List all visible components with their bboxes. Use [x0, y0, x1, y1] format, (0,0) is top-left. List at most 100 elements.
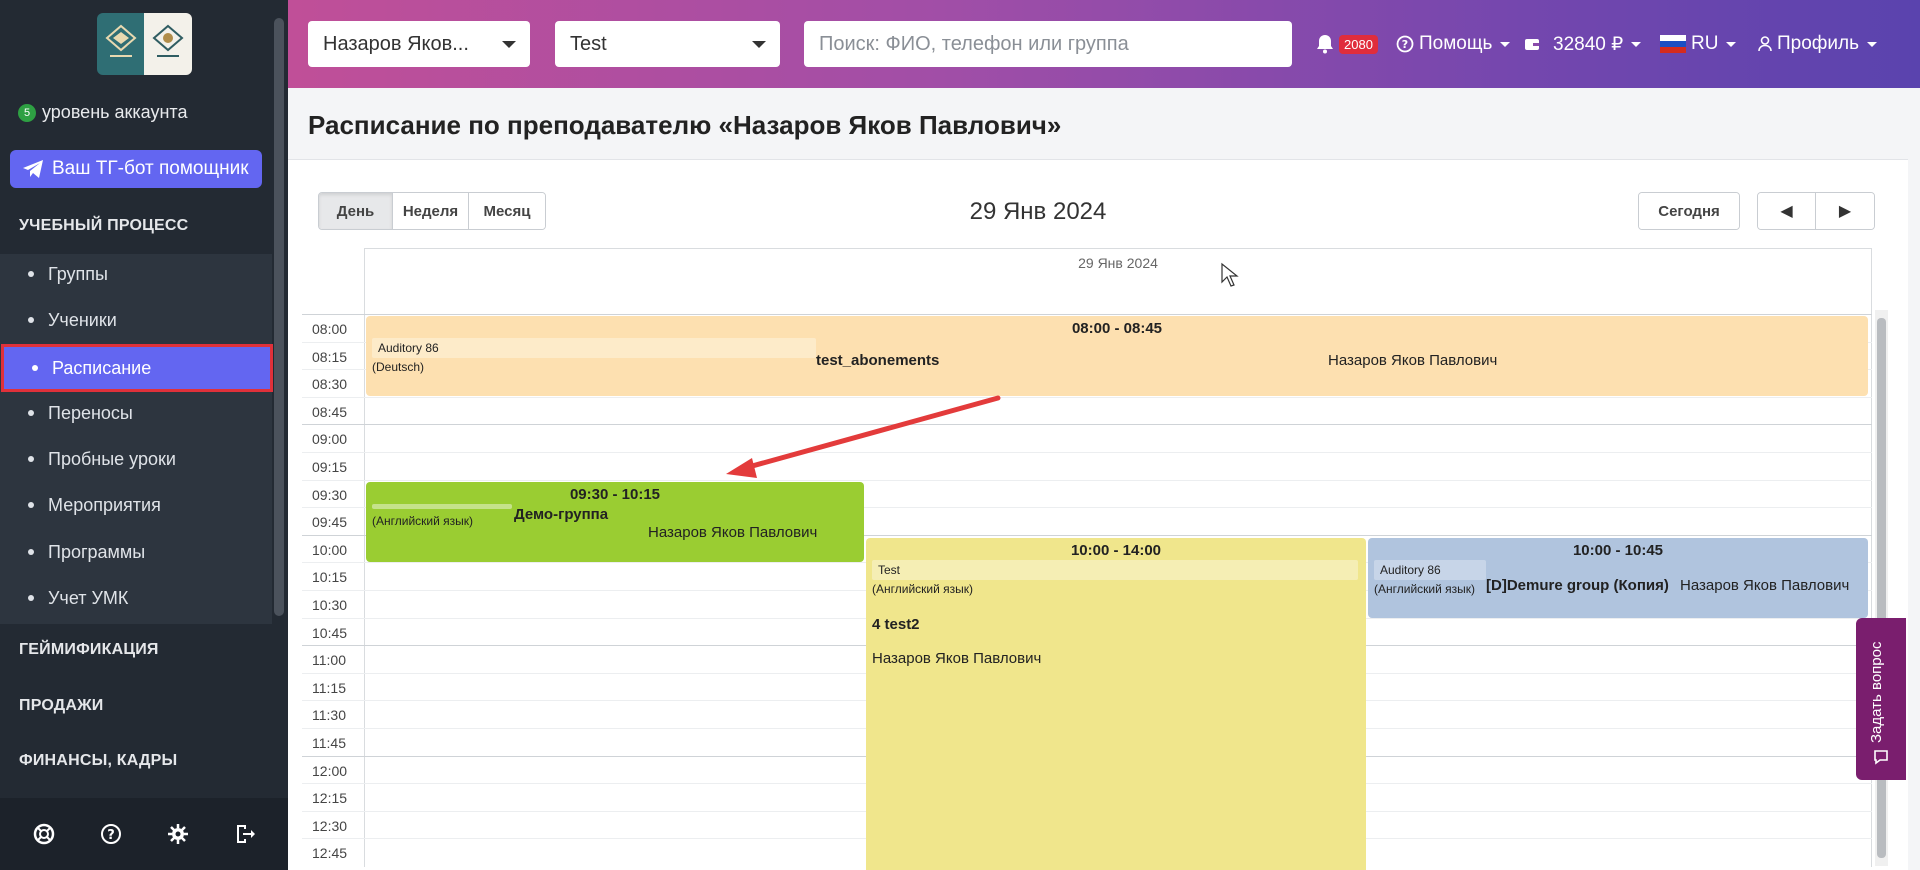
sidebar-item-programs[interactable]: Программы	[0, 530, 272, 574]
sidebar: 5 уровень аккаунта Ваш ТГ-бот помощник У…	[0, 0, 288, 870]
event-test-abonements[interactable]: 08:00 - 08:45 Auditory 86 (Deutsch) test…	[366, 316, 1868, 396]
time-label: 11:00	[312, 652, 346, 669]
settings-icon[interactable]	[164, 820, 192, 848]
event-time: 09:30 - 10:15	[569, 486, 661, 503]
sidebar-item-label: Учет УМК	[48, 587, 129, 608]
sidebar-item-label: Пробные уроки	[48, 448, 176, 469]
event-teacher: Назаров Яков Павлович	[872, 650, 1042, 667]
wallet-icon	[1525, 39, 1539, 50]
column-header-date: 29 Янв 2024	[1078, 255, 1158, 271]
event-demure-group[interactable]: 10:00 - 10:45 Auditory 86 (Английский яз…	[1368, 538, 1868, 618]
help-icon[interactable]: ?	[97, 820, 125, 848]
sidebar-item-groups[interactable]: Группы	[0, 252, 272, 296]
user-icon	[1758, 36, 1772, 52]
time-label: 11:15	[312, 679, 346, 696]
time-slot-row[interactable]: 08:45	[302, 396, 1872, 426]
branch-select-value: Test	[570, 32, 607, 55]
sidebar-item-transfers[interactable]: Переносы	[0, 391, 272, 435]
balance-menu[interactable]: 32840 ₽	[1524, 30, 1642, 58]
view-switcher: День Неделя Месяц	[318, 192, 546, 230]
time-label: 12:30	[312, 817, 348, 834]
chevron-down-icon	[752, 41, 766, 48]
time-label: 08:15	[312, 348, 348, 365]
time-slot-row[interactable]: 09:15	[302, 452, 1872, 481]
time-label: 12:45	[312, 845, 348, 862]
language-menu[interactable]: RU	[1660, 30, 1737, 58]
caret-down-icon	[1726, 41, 1737, 47]
tg-bot-label: Ваш ТГ-бот помощник	[52, 158, 249, 179]
event-group: Демо-группа	[514, 506, 609, 523]
svg-text:?: ?	[107, 828, 115, 843]
time-slot-cell[interactable]	[364, 397, 1872, 426]
day-grid: 29 Янв 2024 08:00 08:15 08:30 08:45 09:00 09:…	[302, 248, 1886, 870]
page-title: Расписание по преподавателю «Назаров Яко…	[308, 110, 1062, 140]
view-day-button[interactable]: День	[319, 193, 393, 229]
chat-icon	[1874, 750, 1888, 765]
logo-emblem-dark	[97, 13, 144, 75]
bell-icon	[1317, 35, 1333, 54]
calendar-scrollbar[interactable]	[1875, 310, 1888, 866]
event-time: 10:00 - 14:00	[1070, 542, 1162, 559]
time-slot-cell[interactable]	[364, 425, 1872, 454]
sidebar-item-label: Расписание	[52, 357, 152, 378]
section-learning-process[interactable]: УЧЕБНЫЙ ПРОЦЕСС	[0, 200, 272, 252]
prev-button[interactable]: ◀	[1758, 193, 1816, 229]
company-logo[interactable]	[97, 13, 192, 75]
logout-icon[interactable]	[231, 820, 259, 848]
sidebar-item-events[interactable]: Мероприятия	[0, 483, 272, 527]
sidebar-item-label: Программы	[48, 541, 146, 562]
sidebar-item-umk[interactable]: Учет УМК	[0, 576, 272, 620]
search-input[interactable]	[804, 21, 1292, 67]
support-icon[interactable]	[30, 820, 58, 848]
balance-label: 32840 ₽	[1553, 33, 1624, 55]
caret-down-icon	[1500, 41, 1511, 47]
time-label: 09:45	[312, 514, 348, 531]
telegram-icon	[23, 160, 43, 178]
help-menu[interactable]: ? Помощь	[1396, 30, 1511, 58]
sidebar-item-trial-lessons[interactable]: Пробные уроки	[0, 437, 272, 481]
event-time: 08:00 - 08:45	[1071, 320, 1163, 337]
today-group: Сегодня	[1638, 192, 1740, 230]
sidebar-scrollbar[interactable]	[274, 18, 284, 616]
current-date: 29 Янв 2024	[969, 198, 1107, 225]
bullet-icon	[28, 502, 34, 508]
today-button[interactable]: Сегодня	[1639, 193, 1739, 229]
branch-select[interactable]: Test	[555, 21, 780, 67]
profile-menu[interactable]: Профиль	[1758, 30, 1878, 58]
event-teacher: Назаров Яков Павлович	[1328, 352, 1498, 369]
time-slot-cell[interactable]	[364, 453, 1872, 481]
view-week-button[interactable]: Неделя	[393, 193, 469, 229]
sidebar-item-label: Группы	[48, 263, 108, 284]
column-header: 29 Янв 2024	[364, 248, 1872, 314]
time-label: 10:30	[312, 597, 348, 613]
sidebar-item-schedule[interactable]: Расписание	[1, 344, 273, 392]
event-demo-group[interactable]: 09:30 - 10:15 (Английский язык) Демо-гру…	[366, 482, 864, 562]
section-sales[interactable]: ПРОДАЖИ	[0, 680, 272, 732]
russia-flag-icon	[1660, 35, 1686, 53]
section-gamification[interactable]: ГЕЙМИФИКАЦИЯ	[0, 624, 272, 676]
time-label: 11:45	[312, 735, 346, 751]
ask-question-button[interactable]: Задать вопрос	[1856, 618, 1906, 780]
section-finance[interactable]: ФИНАНСЫ, КАДРЫ	[0, 735, 272, 787]
view-month-button[interactable]: Месяц	[469, 193, 545, 229]
sidebar-item-students[interactable]: Ученики	[0, 298, 272, 342]
event-room: Auditory 86	[372, 338, 816, 358]
profile-label: Профиль	[1777, 33, 1860, 54]
event-test2[interactable]: 10:00 - 14:00 Test (Английский язык) 4 t…	[866, 538, 1366, 870]
level-badge: 5	[18, 103, 36, 122]
time-label: 08:00	[312, 321, 348, 337]
sidebar-item-label: Ученики	[48, 309, 117, 330]
time-slot-row[interactable]: 09:00	[302, 424, 1872, 454]
tg-bot-button[interactable]: Ваш ТГ-бот помощник	[10, 150, 262, 188]
event-time: 10:00 - 10:45	[1572, 542, 1664, 559]
next-button[interactable]: ▶	[1816, 193, 1874, 229]
event-teacher: Назаров Яков Павлович	[648, 524, 818, 541]
event-room: Test	[872, 560, 1358, 580]
caret-down-icon	[1867, 41, 1878, 47]
teacher-select[interactable]: Назаров Яков...	[308, 21, 530, 67]
ask-question-label: Задать вопрос	[1868, 641, 1885, 743]
event-group: [D]Demure group (Копия)	[1486, 577, 1669, 594]
notifications-button[interactable]: 2080	[1316, 30, 1378, 58]
svg-text:?: ?	[1402, 38, 1408, 51]
bullet-icon	[28, 456, 34, 462]
